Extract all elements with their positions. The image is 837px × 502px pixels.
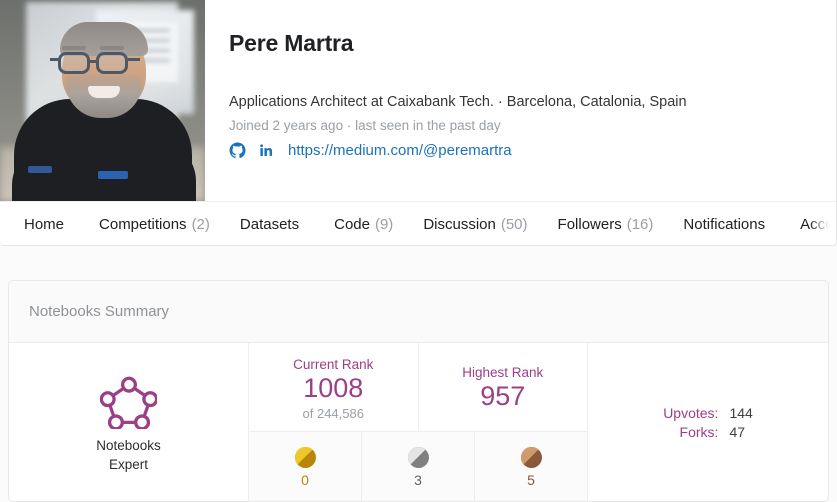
silver-medal-cell[interactable]: 3 <box>362 432 475 501</box>
profile-top: Pere Martra Applications Architect at Ca… <box>0 0 836 201</box>
tab-code-label: Code <box>334 215 370 233</box>
stats-column: Upvotes: 144 Forks: 47 <box>588 343 828 501</box>
tab-competitions-count: (2) <box>191 215 210 233</box>
tab-discussion-count: (50) <box>500 215 528 233</box>
avatar[interactable] <box>0 0 205 201</box>
bronze-medal-count: 5 <box>527 471 535 488</box>
tier-column: Notebooks Expert <box>9 343 249 501</box>
avatar-smile <box>88 86 120 98</box>
forks-label: Forks: <box>679 424 719 440</box>
highest-rank-value: 957 <box>480 380 526 411</box>
rank-column: Current Rank 1008 of 244,586 Highest Ran… <box>249 343 588 501</box>
linkedin-icon[interactable] <box>257 142 274 159</box>
tab-competitions-label: Competitions <box>99 215 187 233</box>
tab-notifications-label: Notifications <box>683 215 766 233</box>
tab-code[interactable]: Code (9) <box>319 216 408 233</box>
gold-medal-cell[interactable]: 0 <box>249 432 362 501</box>
tab-followers-label: Followers <box>557 215 622 233</box>
profile-headline: Applications Architect at Caixabank Tech… <box>229 94 687 110</box>
current-rank-caption: Current Rank <box>293 357 374 373</box>
notebooks-summary-card: Notebooks Summary Notebooks Expert Curre… <box>8 280 829 502</box>
profile-header-card: Pere Martra Applications Architect at Ca… <box>0 0 837 246</box>
tab-discussion[interactable]: Discussion (50) <box>408 216 542 233</box>
bronze-medal-icon <box>520 446 542 468</box>
summary-title: Notebooks Summary <box>29 303 170 320</box>
current-rank-value: 1008 <box>303 373 364 404</box>
current-rank-box: Current Rank 1008 of 244,586 <box>249 343 419 431</box>
tab-discussion-label: Discussion <box>423 215 496 233</box>
profile-website-link[interactable]: https://medium.com/@peremartra <box>288 142 512 159</box>
avatar-glasses-left <box>58 52 90 74</box>
tab-account[interactable]: Accoun <box>785 216 836 233</box>
avatar-hair <box>60 22 148 56</box>
highest-rank-box: Highest Rank 957 <box>419 343 588 431</box>
tab-followers[interactable]: Followers (16) <box>543 216 669 233</box>
highest-rank-caption: Highest Rank <box>462 364 544 380</box>
profile-page: Pere Martra Applications Architect at Ca… <box>0 0 837 502</box>
profile-nav-tabs: Home Competitions (2) Datasets Code (9) … <box>0 201 836 245</box>
bronze-medal-cell[interactable]: 5 <box>475 432 587 501</box>
profile-joined-lastseen: Joined 2 years ago · last seen in the pa… <box>229 118 501 134</box>
tab-home-label: Home <box>24 215 65 233</box>
upvotes-value: 144 <box>729 405 753 421</box>
summary-card-header: Notebooks Summary <box>9 281 828 343</box>
github-icon[interactable] <box>229 142 246 159</box>
profile-name: Pere Martra <box>229 30 354 56</box>
tab-datasets-label: Datasets <box>239 215 300 233</box>
tab-followers-count: (16) <box>626 215 654 233</box>
medals-row: 0 3 5 <box>249 431 587 501</box>
stats-table: Upvotes: 144 Forks: 47 <box>663 405 753 440</box>
tab-competitions[interactable]: Competitions (2) <box>84 216 225 233</box>
silver-medal-icon <box>407 446 429 468</box>
rank-row: Current Rank 1008 of 244,586 Highest Ran… <box>249 343 587 431</box>
current-rank-total: of 244,586 <box>302 405 364 421</box>
tab-notifications[interactable]: Notifications <box>668 216 785 233</box>
gold-medal-count: 0 <box>301 471 309 488</box>
tier-label-line1: Notebooks <box>96 438 161 454</box>
silver-medal-count: 3 <box>414 471 422 488</box>
profile-links: https://medium.com/@peremartra <box>229 142 836 159</box>
tab-code-count: (9) <box>374 215 394 233</box>
tab-account-label: Accoun <box>800 215 836 233</box>
profile-info: Pere Martra Applications Architect at Ca… <box>205 0 836 201</box>
avatar-glasses-right <box>96 52 128 74</box>
tier-label: Notebooks Expert <box>96 437 161 473</box>
forks-value: 47 <box>729 424 746 440</box>
gold-medal-icon <box>294 446 316 468</box>
tier-label-line2: Expert <box>108 456 148 472</box>
upvotes-label: Upvotes: <box>663 405 719 421</box>
summary-card-body: Notebooks Expert Current Rank 1008 of 24… <box>9 343 828 501</box>
tab-home[interactable]: Home <box>24 216 84 233</box>
notebooks-expert-badge-icon <box>99 375 158 431</box>
tab-datasets[interactable]: Datasets <box>225 216 319 233</box>
